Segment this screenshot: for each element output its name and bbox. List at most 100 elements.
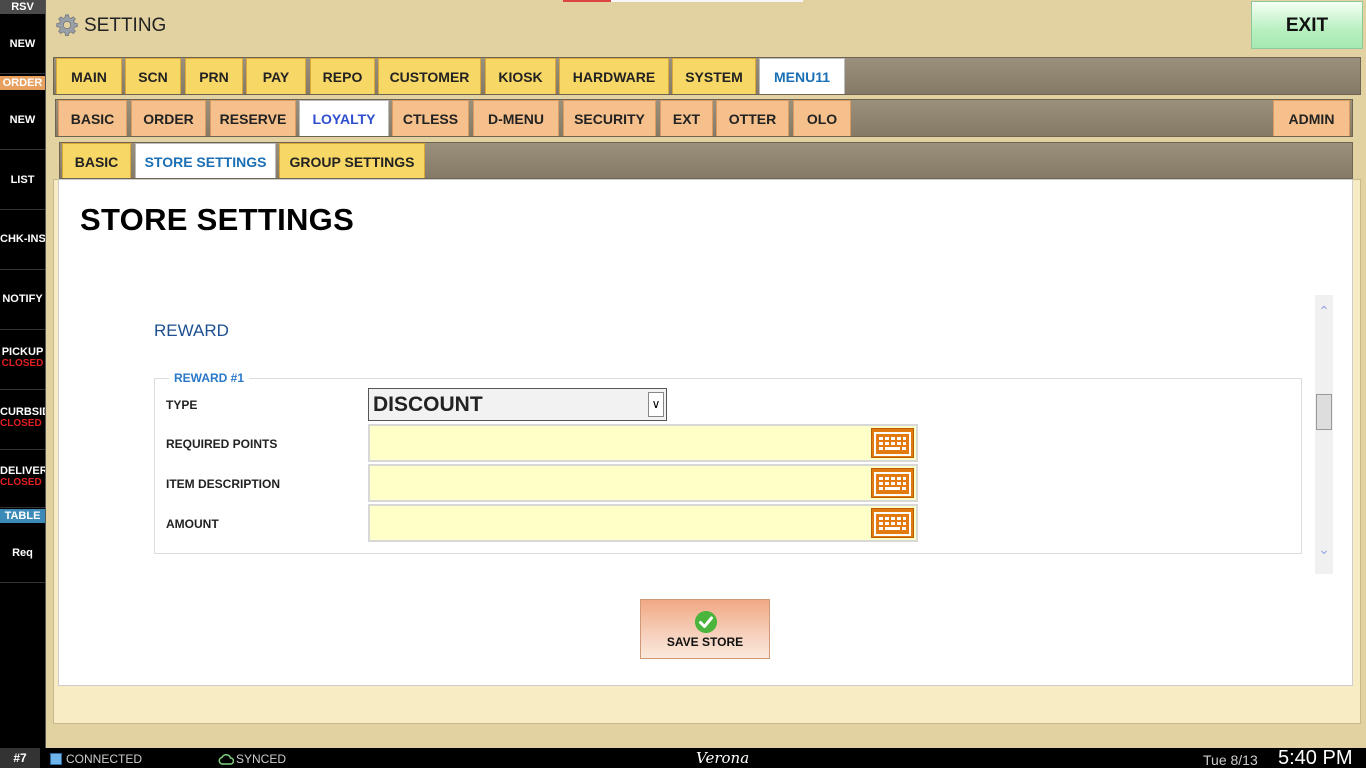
tab-store-settings[interactable]: STORE SETTINGS xyxy=(135,143,276,178)
tab-repo[interactable]: REPO xyxy=(310,58,375,94)
tab-ctless[interactable]: CTLESS xyxy=(392,100,469,136)
tab-hardware[interactable]: HARDWARE xyxy=(559,58,669,94)
scroll-thumb[interactable] xyxy=(1316,394,1332,430)
save-store-button[interactable]: SAVE STORE xyxy=(640,599,770,659)
order-new-button[interactable]: NEW xyxy=(0,91,45,150)
top-indicator-line xyxy=(563,0,611,2)
check-ins-button[interactable]: CHK-INS xyxy=(0,210,45,270)
tab-customer[interactable]: CUSTOMER xyxy=(378,58,481,94)
tab-order[interactable]: ORDER xyxy=(131,100,206,136)
required-points-field[interactable] xyxy=(368,424,918,462)
keyboard-icon xyxy=(874,512,911,536)
tab-store-settings-label: STORE SETTINGS xyxy=(144,154,267,170)
scroll-down-icon[interactable]: ⌄ xyxy=(1315,541,1333,561)
scrollbar[interactable]: ⌃ ⌄ xyxy=(1315,295,1333,574)
store-name: Verona xyxy=(696,749,750,767)
status-bar: #7 CONNECTED SYNCED Verona Tue 8/13 5:40… xyxy=(0,747,1366,768)
order-list-label: LIST xyxy=(10,174,35,186)
chevron-down-icon[interactable]: ∨ xyxy=(648,392,664,417)
tab-scn[interactable]: SCN xyxy=(125,58,181,94)
tab-prn[interactable]: PRN xyxy=(185,58,243,94)
order-header: ORDER xyxy=(0,76,45,90)
cloud-icon xyxy=(218,753,234,765)
tab-group-settings-label: GROUP SETTINGS xyxy=(289,154,415,170)
curbside-label: CURBSID xyxy=(0,406,45,418)
tab-olo[interactable]: OLO xyxy=(793,100,851,136)
tab-otter-label: OTTER xyxy=(728,111,777,127)
sync-status: SYNCED xyxy=(236,752,287,766)
tab-kiosk[interactable]: KIOSK xyxy=(485,58,556,94)
type-select[interactable]: DISCOUNT ∨ xyxy=(368,388,667,421)
notify-button[interactable]: NOTIFY xyxy=(0,270,45,330)
rsv-new-button[interactable]: NEW xyxy=(0,16,45,74)
amount-label: AMOUNT xyxy=(166,517,219,531)
left-sidebar: RSV NEW ORDER NEW LIST CHK-INS NOTIFY PI… xyxy=(0,0,46,748)
item-description-field[interactable] xyxy=(368,464,918,502)
tab-security[interactable]: SECURITY xyxy=(563,100,656,136)
time-display: 5:40 PM xyxy=(1278,747,1353,768)
tab-admin[interactable]: ADMIN xyxy=(1273,100,1350,136)
delivery-button[interactable]: DELIVERY CLOSED xyxy=(0,450,45,508)
order-list-button[interactable]: LIST xyxy=(0,150,45,210)
tab-reserve[interactable]: RESERVE xyxy=(210,100,296,136)
tab-pay[interactable]: PAY xyxy=(246,58,306,94)
sub-tab-bar: BASIC ORDER RESERVE LOYALTY CTLESS D-MEN… xyxy=(55,99,1353,137)
keyboard-icon xyxy=(874,472,911,496)
tab-customer-label: CUSTOMER xyxy=(389,69,470,85)
keyboard-icon xyxy=(874,432,911,456)
tab-ctless-label: CTLESS xyxy=(402,111,459,127)
reward-heading: REWARD xyxy=(154,321,229,340)
type-label: TYPE xyxy=(166,398,198,412)
tab-hardware-label: HARDWARE xyxy=(572,69,656,85)
tab-pay-label: PAY xyxy=(262,69,290,85)
tab-ext-label: EXT xyxy=(672,111,701,127)
tab-prn-label: PRN xyxy=(199,69,229,85)
rsv-new-label: NEW xyxy=(9,38,36,50)
order-new-label: NEW xyxy=(9,114,36,126)
keyboard-button-item-description[interactable] xyxy=(871,468,914,498)
tab-main[interactable]: MAIN xyxy=(56,58,122,94)
tab-loyalty-basic[interactable]: BASIC xyxy=(62,143,131,178)
table-req-button[interactable]: Req xyxy=(0,524,45,583)
tab-system[interactable]: SYSTEM xyxy=(672,58,756,94)
tab-menu11[interactable]: MENU11 xyxy=(759,58,845,94)
top-bar: SETTING EXIT xyxy=(46,0,1366,52)
type-select-value: DISCOUNT xyxy=(373,393,483,416)
tab-basic[interactable]: BASIC xyxy=(58,100,127,136)
loyalty-tab-bar: BASIC STORE SETTINGS GROUP SETTINGS xyxy=(59,142,1353,179)
scroll-up-icon[interactable]: ⌃ xyxy=(1315,303,1333,323)
amount-field[interactable] xyxy=(368,504,918,542)
reward-legend: REWARD #1 xyxy=(169,371,250,385)
page-title: SETTING xyxy=(84,15,167,36)
tab-security-label: SECURITY xyxy=(574,111,645,127)
check-ins-label: CHK-INS xyxy=(0,233,45,245)
tab-menu11-label: MENU11 xyxy=(773,69,831,85)
table-req-label: Req xyxy=(12,547,33,559)
curbside-button[interactable]: CURBSID CLOSED xyxy=(0,390,45,450)
gear-icon xyxy=(56,14,78,36)
tab-d-menu[interactable]: D-MENU xyxy=(473,100,559,136)
rsv-header: RSV xyxy=(0,0,45,14)
connection-status: CONNECTED xyxy=(66,752,143,766)
tab-system-label: SYSTEM xyxy=(685,69,743,85)
tab-ext[interactable]: EXT xyxy=(660,100,713,136)
pickup-button[interactable]: PICKUP CLOSED xyxy=(0,330,45,390)
tab-olo-label: OLO xyxy=(806,111,838,127)
tab-order-label: ORDER xyxy=(143,111,194,127)
tab-scn-label: SCN xyxy=(138,69,168,85)
notify-label: NOTIFY xyxy=(2,293,43,305)
tab-admin-label: ADMIN xyxy=(1288,111,1335,127)
delivery-label: DELIVERY xyxy=(0,465,45,477)
reward-fieldset: REWARD #1 TYPE DISCOUNT ∨ REQUIRED POINT… xyxy=(154,371,1302,554)
main-tab-bar: MAIN SCN PRN PAY REPO CUSTOMER KIOSK HAR… xyxy=(53,57,1361,95)
tab-loyalty-basic-label: BASIC xyxy=(74,154,119,170)
exit-button[interactable]: EXIT xyxy=(1251,1,1363,49)
terminal-number: #7 xyxy=(0,748,40,768)
tab-basic-label: BASIC xyxy=(70,111,115,127)
tab-loyalty[interactable]: LOYALTY xyxy=(299,100,389,136)
tab-group-settings[interactable]: GROUP SETTINGS xyxy=(279,143,425,178)
keyboard-button-amount[interactable] xyxy=(871,508,914,538)
item-description-label: ITEM DESCRIPTION xyxy=(166,477,281,491)
keyboard-button-required-points[interactable] xyxy=(871,428,914,458)
tab-otter[interactable]: OTTER xyxy=(716,100,789,136)
